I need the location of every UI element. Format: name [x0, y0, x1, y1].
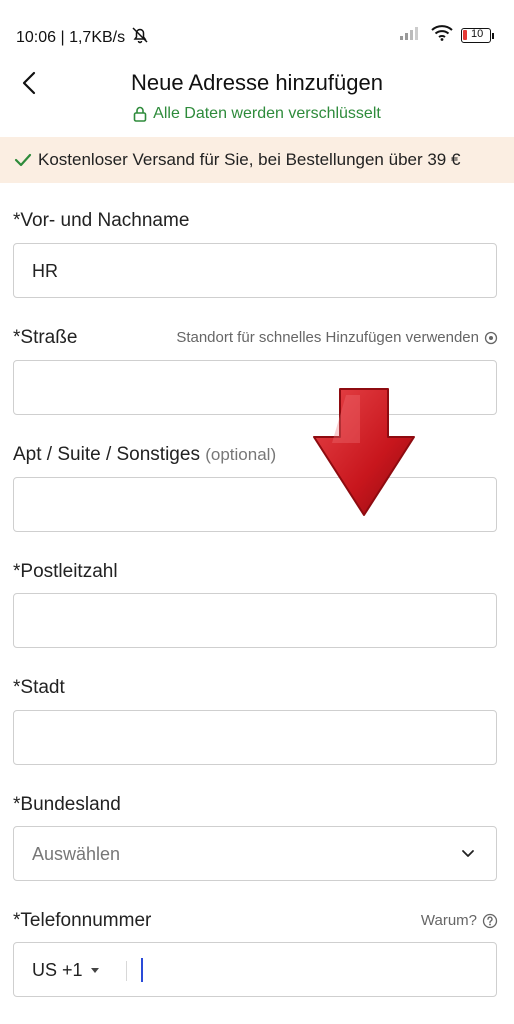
zip-label: *Postleitzahl: [13, 561, 118, 582]
signal-icon: [399, 25, 423, 46]
phone-input[interactable]: US +1: [13, 942, 497, 997]
text-cursor: [141, 958, 143, 982]
phone-label: *Telefonnummer: [13, 910, 152, 931]
country-code-select[interactable]: US +1: [32, 960, 99, 981]
why-text: Warum?: [420, 912, 477, 929]
name-value: HR: [32, 261, 58, 281]
battery-icon: 10: [461, 28, 494, 43]
banner-text: Kostenloser Versand für Sie, bei Bestell…: [38, 150, 461, 169]
arrow-down-icon: [313, 388, 415, 516]
use-location-link[interactable]: Standort für schnelles Hinzufügen verwen…: [176, 329, 498, 346]
zip-input[interactable]: [13, 593, 497, 648]
optional-tag: (optional): [205, 445, 277, 464]
state-placeholder: Auswählen: [32, 844, 121, 864]
free-shipping-banner: Kostenloser Versand für Sie, bei Bestell…: [0, 137, 514, 183]
secure-note: Alle Daten werden verschlüsselt: [0, 105, 514, 123]
name-input[interactable]: HR: [13, 243, 497, 298]
bell-muted-icon: [131, 26, 149, 49]
why-link[interactable]: Warum?: [421, 912, 498, 929]
location-pin-icon: [484, 331, 498, 344]
state-label: *Bundesland: [13, 794, 121, 815]
page-header: Neue Adresse hinzufügen Alle Daten werde…: [0, 62, 514, 134]
chevron-down-icon: [462, 850, 474, 857]
street-input[interactable]: [13, 360, 497, 415]
status-right: 10: [399, 25, 494, 46]
help-icon: [482, 913, 498, 928]
city-label: *Stadt: [13, 677, 65, 698]
state-select[interactable]: Auswählen: [13, 826, 497, 881]
caret-down-icon: [90, 967, 99, 973]
apt-input[interactable]: [13, 477, 497, 532]
street-label: *Straße: [13, 327, 78, 348]
location-hint-text: Standort für schnelles Hinzufügen verwen…: [176, 329, 479, 346]
status-left: 10:06 | 1,7KB/s: [16, 26, 149, 49]
battery-level: 10: [471, 28, 484, 40]
secure-text: Alle Daten werden verschlüsselt: [153, 105, 381, 122]
page-title: Neue Adresse hinzufügen: [131, 70, 383, 95]
status-bar: 10:06 | 1,7KB/s 10: [0, 0, 514, 70]
time-speed: 10:06 | 1,7KB/s: [16, 28, 126, 46]
code-divider: [126, 961, 127, 981]
lock-icon: [133, 106, 147, 122]
check-icon: [14, 153, 32, 167]
country-code-value: US +1: [32, 960, 83, 980]
city-input[interactable]: [13, 710, 497, 765]
apt-label: Apt / Suite / Sonstiges (optional): [13, 444, 277, 465]
name-label: *Vor- und Nachname: [13, 210, 190, 231]
wifi-icon: [431, 25, 453, 46]
